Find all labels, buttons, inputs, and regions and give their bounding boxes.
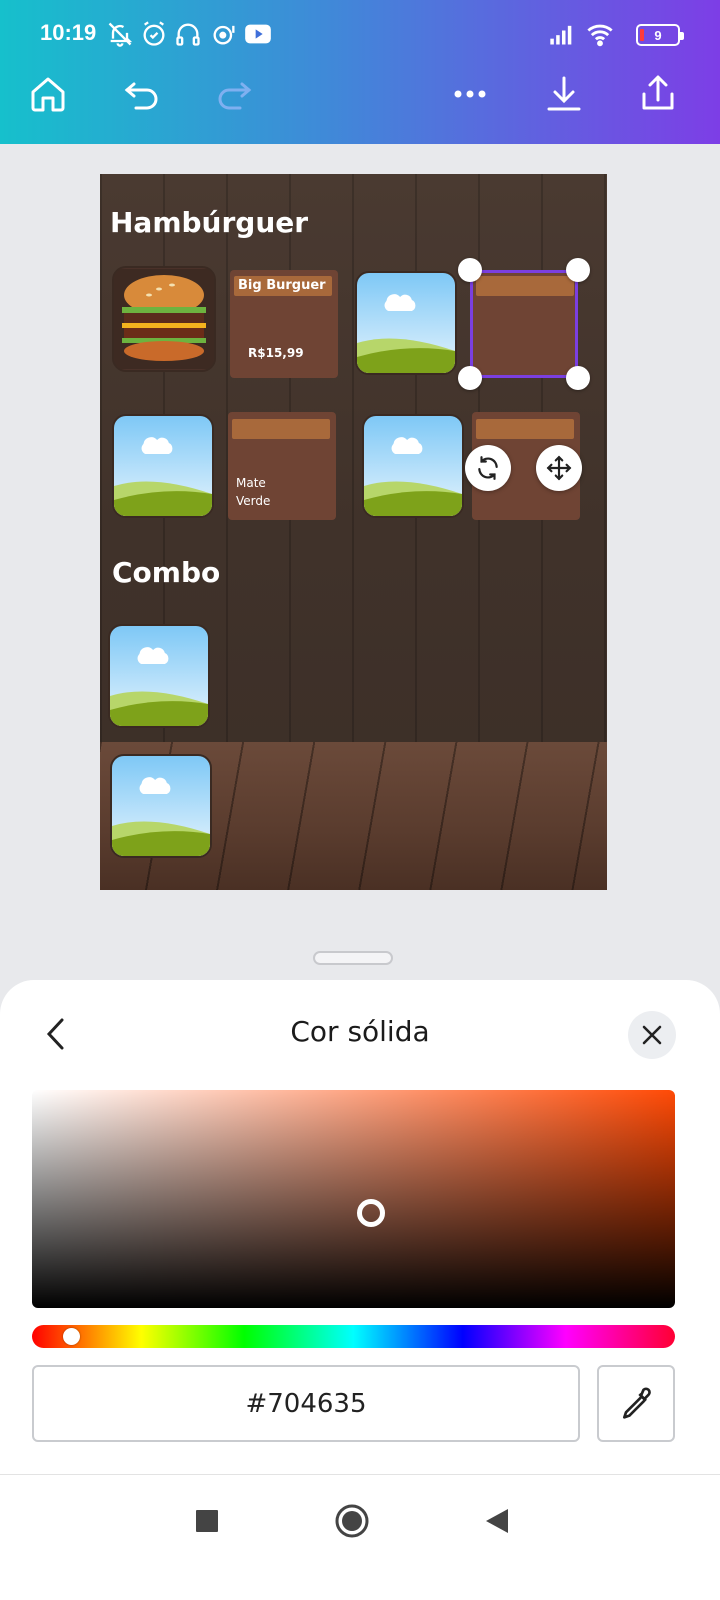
move-button[interactable] [536, 445, 582, 491]
card-title-band[interactable] [476, 419, 574, 439]
color-picker-cursor[interactable] [357, 1199, 385, 1227]
status-time: 10:19 [40, 20, 97, 45]
image-placeholder[interactable] [110, 754, 212, 858]
resize-handle-bottom-right[interactable] [566, 366, 590, 390]
design-canvas[interactable]: Hambúrguer Big Burguer R$15,99 Mate Verd… [100, 174, 607, 890]
battery-icon: 9 [636, 24, 684, 46]
rotate-button[interactable] [465, 445, 511, 491]
cloud-sync-icon [210, 20, 238, 48]
undo-icon [124, 82, 158, 110]
section-title-combo[interactable]: Combo [112, 556, 220, 589]
share-icon [642, 75, 674, 110]
eyedropper-icon [623, 1386, 651, 1419]
circle-home-icon [335, 1504, 369, 1538]
rotate-icon [478, 456, 498, 480]
card-price[interactable]: R$15,99 [248, 346, 304, 360]
resize-handle-top-left[interactable] [458, 258, 482, 282]
section-title-hamburguer[interactable]: Hambúrguer [110, 206, 308, 239]
undo-button[interactable] [120, 72, 164, 116]
selection-frame[interactable] [470, 270, 578, 378]
signal-icon [548, 20, 576, 48]
eyedropper-button[interactable] [597, 1365, 675, 1442]
download-icon [547, 76, 581, 111]
image-placeholder[interactable] [108, 624, 210, 728]
home-icon [31, 77, 65, 112]
card-description[interactable]: Mate Verde [236, 474, 270, 510]
redo-button[interactable] [212, 72, 256, 116]
headset-icon [174, 20, 202, 48]
resize-handle-bottom-left[interactable] [458, 366, 482, 390]
image-placeholder-icon [357, 273, 455, 373]
youtube-icon [244, 20, 272, 48]
image-placeholder-icon [364, 416, 462, 516]
burger-image[interactable] [112, 266, 216, 372]
hue-slider[interactable] [32, 1325, 675, 1348]
status-bar: 10:19 9 [0, 0, 720, 70]
sheet-drag-handle[interactable] [313, 951, 393, 965]
square-icon [196, 1510, 218, 1532]
back-nav-button[interactable] [482, 1506, 512, 1536]
hue-slider-knob[interactable] [63, 1328, 80, 1345]
image-placeholder[interactable] [355, 271, 457, 375]
image-placeholder-icon [114, 416, 212, 516]
hex-color-input[interactable]: #704635 [32, 1365, 580, 1442]
close-icon [642, 1025, 662, 1045]
redo-icon [218, 82, 252, 110]
battery-level: 9 [654, 27, 662, 43]
top-bar: 10:19 9 [0, 0, 720, 144]
panel-close-button[interactable] [628, 1011, 676, 1059]
menu-card-mate-verde[interactable]: Mate Verde [228, 412, 336, 520]
image-placeholder-icon [110, 626, 208, 726]
wifi-icon [586, 20, 614, 48]
saturation-brightness-picker[interactable] [32, 1090, 675, 1308]
menu-card-big-burguer[interactable]: Big Burguer R$15,99 [230, 270, 338, 378]
burger-illustration [114, 269, 214, 369]
bell-off-icon [106, 20, 134, 48]
home-nav-button[interactable] [333, 1502, 371, 1540]
panel-title: Cor sólida [290, 1015, 430, 1048]
move-icon [546, 455, 572, 481]
image-placeholder-icon [112, 756, 210, 856]
card-title[interactable]: Big Burguer [234, 276, 332, 296]
more-button[interactable] [448, 72, 492, 116]
home-button[interactable] [26, 72, 70, 116]
triangle-back-icon [486, 1509, 508, 1533]
card-title-band[interactable] [232, 419, 330, 439]
recents-button[interactable] [192, 1506, 222, 1536]
image-placeholder[interactable] [362, 414, 464, 518]
alarm-icon [140, 20, 168, 48]
share-button[interactable] [636, 72, 680, 116]
more-icon [454, 90, 486, 98]
image-placeholder[interactable] [112, 414, 214, 518]
download-button[interactable] [542, 72, 586, 116]
resize-handle-top-right[interactable] [566, 258, 590, 282]
